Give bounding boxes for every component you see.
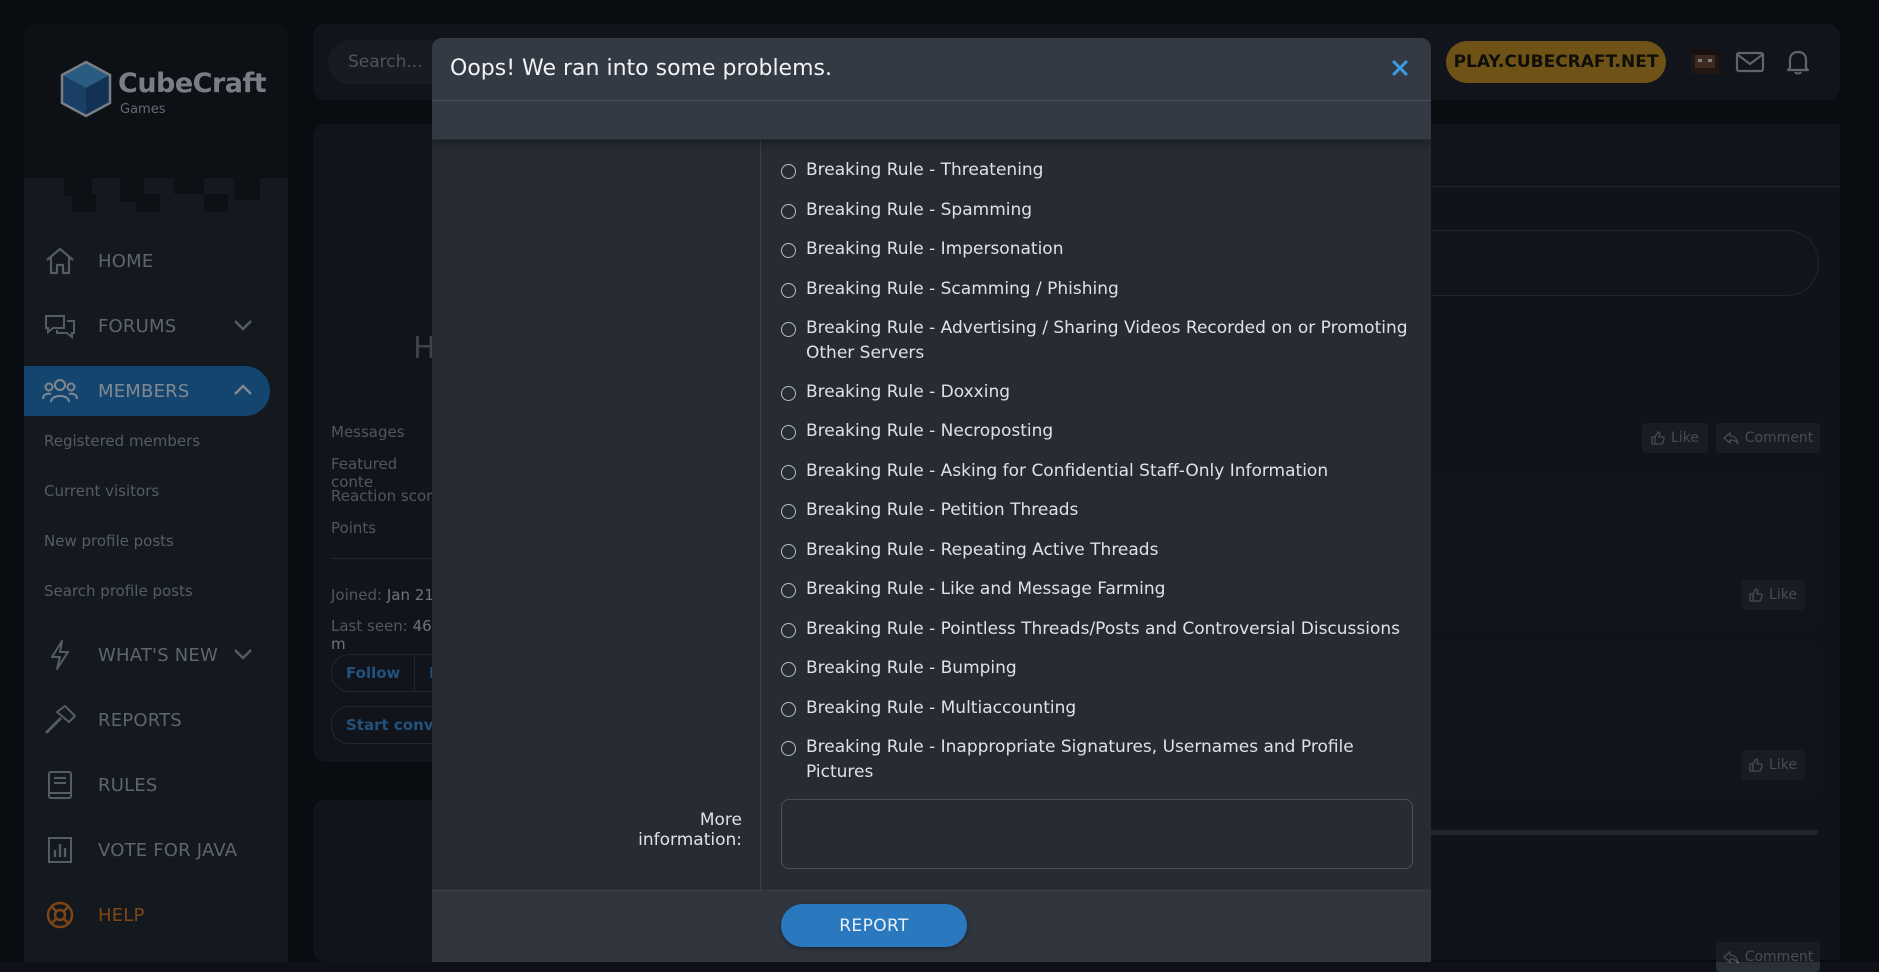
reason-label: Breaking Rule - Bumping [806, 658, 1017, 678]
reason-option[interactable]: Breaking Rule - Pointless Threads/Posts … [781, 619, 1421, 642]
form-label-column [432, 38, 761, 890]
radio-button[interactable] [781, 741, 796, 756]
reason-option[interactable]: Breaking Rule - Like and Message Farming [781, 579, 1421, 602]
reason-label: Breaking Rule - Advertising / Sharing Vi… [806, 318, 1408, 363]
header-divider [432, 100, 1431, 101]
radio-button[interactable] [781, 283, 796, 298]
radio-button[interactable] [781, 623, 796, 638]
reason-label: Breaking Rule - Pointless Threads/Posts … [806, 619, 1401, 639]
reason-label: Breaking Rule - Doxxing [806, 382, 1011, 402]
reason-option[interactable]: Breaking Rule - Doxxing [781, 382, 1421, 405]
radio-button[interactable] [781, 386, 796, 401]
reason-label: Breaking Rule - Threatening [806, 160, 1044, 180]
reason-option[interactable]: Breaking Rule - Necroposting [781, 421, 1421, 444]
close-icon[interactable] [1386, 54, 1414, 82]
reason-label: Breaking Rule - Petition Threads [806, 500, 1079, 520]
reason-option[interactable]: Breaking Rule - Multiaccounting [781, 698, 1421, 721]
radio-button[interactable] [781, 504, 796, 519]
reason-option[interactable]: Breaking Rule - Asking for Confidential … [781, 461, 1421, 484]
dialog-footer: REPORT [432, 890, 1431, 962]
reason-option[interactable]: Breaking Rule - Impersonation [781, 239, 1421, 262]
reason-label: Breaking Rule - Asking for Confidential … [806, 461, 1329, 481]
radio-button[interactable] [781, 204, 796, 219]
reason-label: Breaking Rule - Repeating Active Threads [806, 540, 1159, 560]
reason-label: Breaking Rule - Spamming [806, 200, 1033, 220]
more-info-textarea[interactable] [781, 799, 1413, 869]
reason-option[interactable]: Breaking Rule - Scamming / Phishing [781, 279, 1421, 302]
reason-label: Breaking Rule - Inappropriate Signatures… [806, 737, 1354, 782]
radio-button[interactable] [781, 322, 796, 337]
reason-label: Breaking Rule - Impersonation [806, 239, 1064, 259]
reason-option[interactable]: Breaking Rule - Advertising / Sharing Vi… [781, 318, 1421, 366]
reason-label: Breaking Rule - Necroposting [806, 421, 1054, 441]
radio-button[interactable] [781, 583, 796, 598]
reason-option[interactable]: Breaking Rule - Spamming [781, 200, 1421, 223]
reason-option[interactable]: Breaking Rule - Repeating Active Threads [781, 540, 1421, 563]
reason-label: Breaking Rule - Multiaccounting [806, 698, 1077, 718]
radio-button[interactable] [781, 465, 796, 480]
report-button[interactable]: REPORT [781, 904, 967, 947]
radio-button[interactable] [781, 425, 796, 440]
reason-label: Breaking Rule - Like and Message Farming [806, 579, 1166, 599]
report-dialog: Oops! We ran into some problems. Breakin… [432, 38, 1431, 962]
reason-option[interactable]: Breaking Rule - Bumping [781, 658, 1421, 681]
more-info-label: More information: [638, 810, 742, 850]
reason-label: Breaking Rule - Scamming / Phishing [806, 279, 1119, 299]
radio-button[interactable] [781, 164, 796, 179]
radio-button[interactable] [781, 544, 796, 559]
reason-option[interactable]: Breaking Rule - Inappropriate Signatures… [781, 737, 1421, 785]
reason-option[interactable]: Breaking Rule - Petition Threads [781, 500, 1421, 523]
radio-button[interactable] [781, 662, 796, 677]
reason-option[interactable]: Breaking Rule - Threatening [781, 160, 1421, 183]
radio-button[interactable] [781, 702, 796, 717]
dialog-header: Oops! We ran into some problems. [432, 38, 1431, 140]
radio-button[interactable] [781, 243, 796, 258]
dialog-title: Oops! We ran into some problems. [450, 56, 832, 81]
